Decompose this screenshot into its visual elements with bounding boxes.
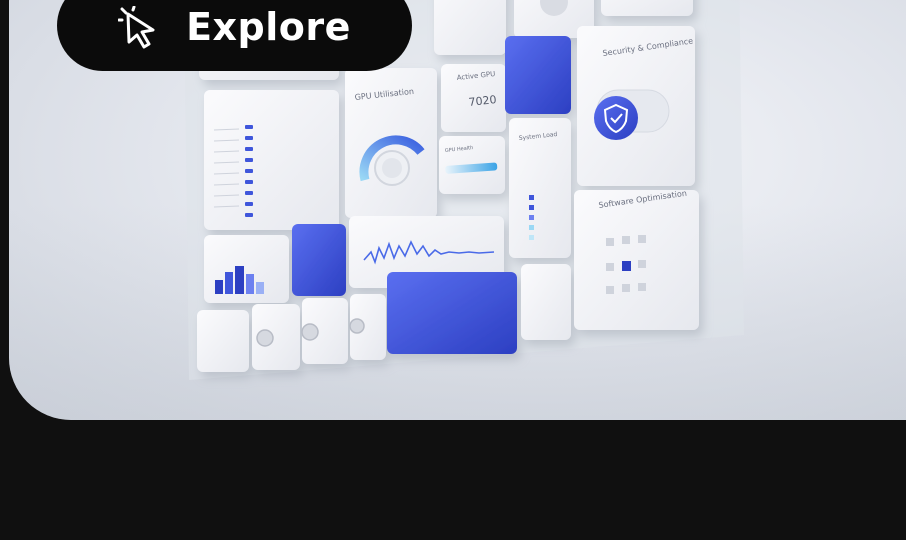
software-grid-active — [622, 261, 631, 271]
tile-blue-key-top — [505, 36, 571, 114]
security-toggle-knob — [594, 96, 638, 140]
tile-software — [574, 190, 699, 330]
tile-bottom-1 — [197, 310, 249, 372]
page: GPU Utilisation Active GPU 7020 GPU Heal… — [0, 0, 906, 540]
list-indicator — [245, 125, 253, 217]
tile-blue-key-mid — [292, 224, 346, 296]
explore-button[interactable]: Explore — [57, 0, 412, 71]
tile-top-3 — [601, 0, 693, 16]
cursor-click-icon — [118, 5, 155, 48]
tile-bottom-5 — [521, 264, 571, 340]
tile-top-1 — [434, 0, 506, 55]
explore-button-label: Explore — [186, 4, 351, 49]
tile-list — [204, 90, 339, 230]
tile-blue-key-wide — [387, 272, 517, 354]
